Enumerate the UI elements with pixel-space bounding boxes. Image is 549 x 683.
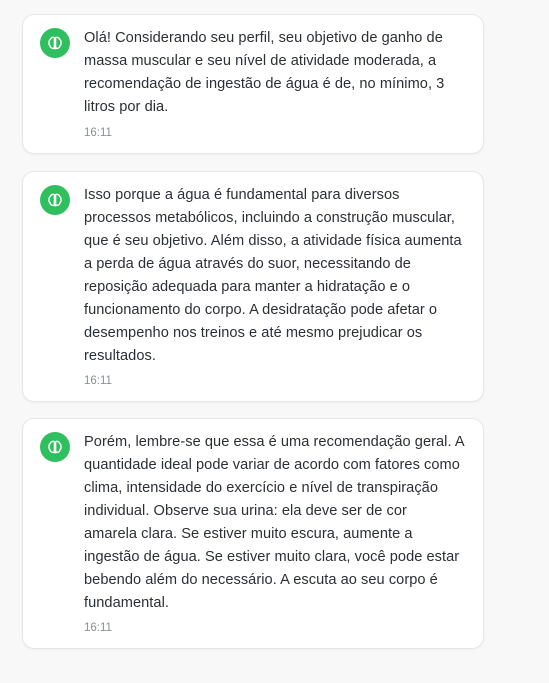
message-text: Porém, lembre-se que essa é uma recomend…: [84, 434, 465, 611]
assistant-message: Porém, lembre-se que essa é uma recomend…: [22, 418, 484, 649]
assistant-avatar: [40, 185, 70, 215]
assistant-avatar: [40, 432, 70, 462]
chat-thread: Olá! Considerando seu perfil, seu objeti…: [0, 0, 549, 683]
brain-icon: [48, 440, 62, 454]
message-text: Isso porque a água é fundamental para di…: [84, 187, 462, 364]
message-timestamp: 16:11: [84, 375, 112, 387]
brain-icon: [48, 36, 62, 50]
assistant-message: Olá! Considerando seu perfil, seu objeti…: [22, 14, 484, 154]
message-text: Olá! Considerando seu perfil, seu objeti…: [84, 30, 445, 115]
assistant-avatar: [40, 28, 70, 58]
brain-icon: [48, 193, 62, 207]
assistant-message: Isso porque a água é fundamental para di…: [22, 171, 484, 402]
message-timestamp: 16:11: [84, 127, 112, 139]
message-timestamp: 16:11: [84, 622, 112, 634]
